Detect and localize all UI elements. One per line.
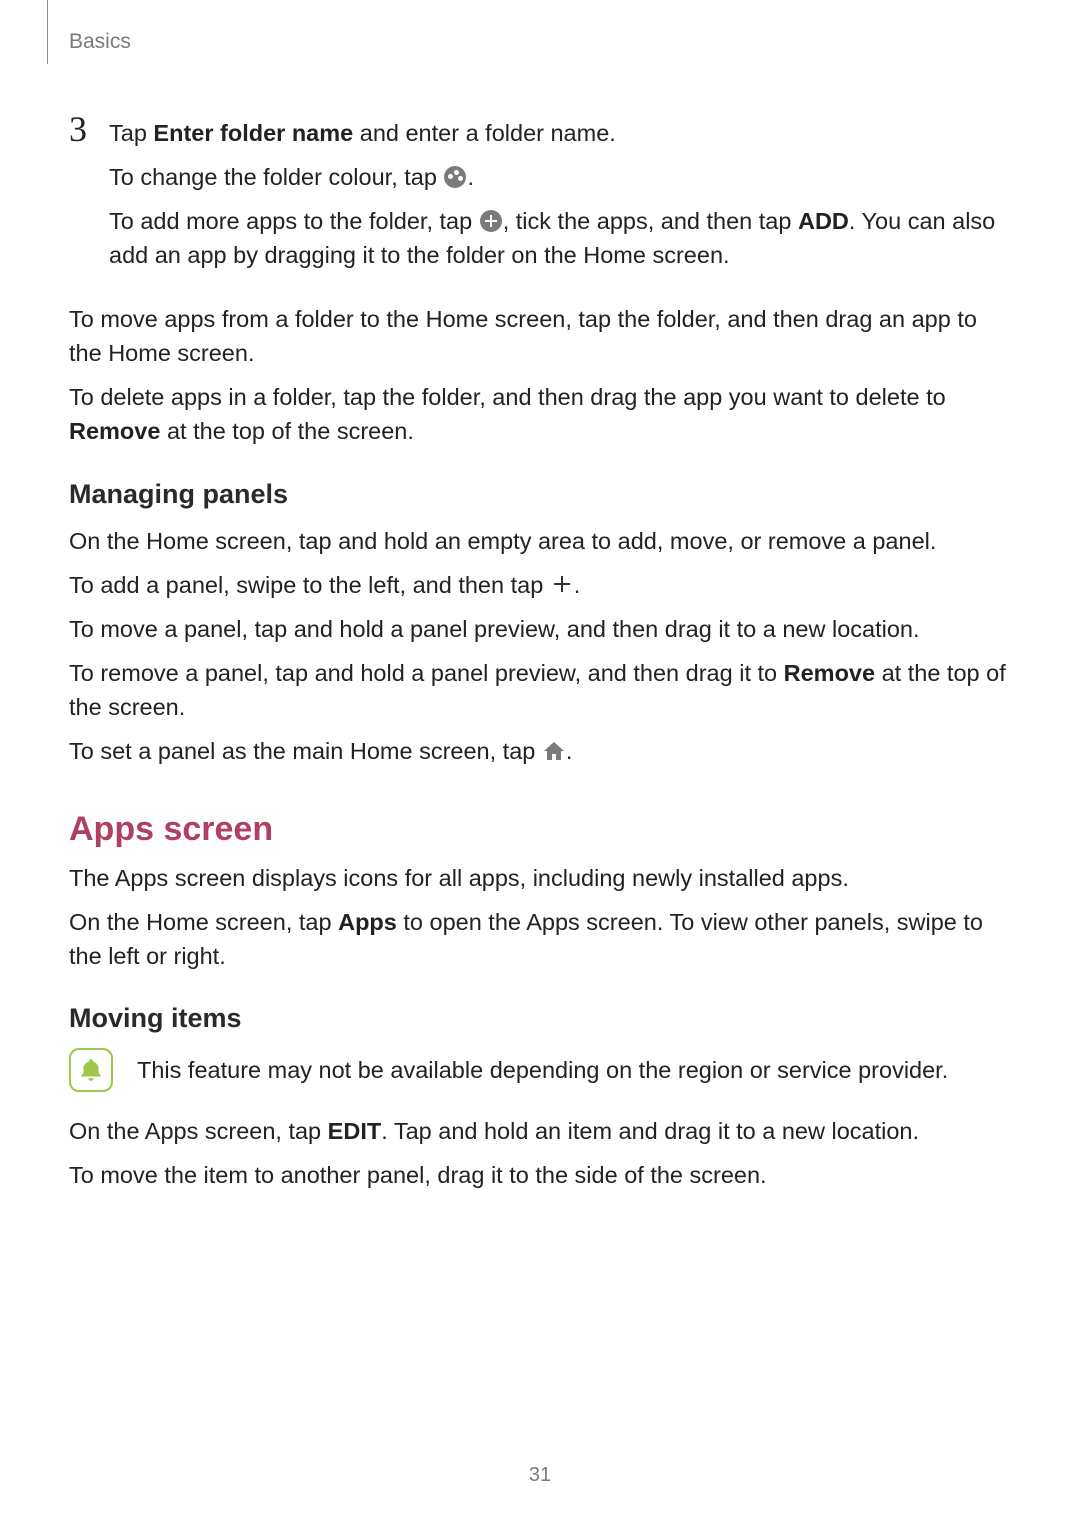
apps-p1: The Apps screen displays icons for all a…	[69, 861, 1009, 895]
step-line-1: Tap Enter folder name and enter a folder…	[109, 116, 1009, 150]
step-line-3: To add more apps to the folder, tap , ti…	[109, 204, 1009, 272]
bold-text: ADD	[798, 208, 849, 234]
text: On the Apps screen, tap	[69, 1118, 328, 1144]
home-icon	[542, 739, 566, 763]
text: To set a panel as the main Home screen, …	[69, 738, 542, 764]
heading-moving-items: Moving items	[69, 1003, 1009, 1034]
page-number: 31	[0, 1464, 1080, 1487]
note-row: This feature may not be available depend…	[69, 1048, 1009, 1092]
section-title: Basics	[69, 30, 131, 54]
text: On the Home screen, tap	[69, 909, 338, 935]
text: To remove a panel, tap and hold a panel …	[69, 660, 784, 686]
step-body: Tap Enter folder name and enter a folder…	[109, 110, 1009, 282]
bold-text: Remove	[784, 660, 875, 686]
managing-p5: To set a panel as the main Home screen, …	[69, 734, 1009, 768]
text: To change the folder colour, tap	[109, 164, 443, 190]
plus-icon	[550, 572, 574, 596]
note-bell-icon	[69, 1048, 113, 1092]
bold-text: Enter folder name	[153, 120, 353, 146]
palette-icon	[443, 165, 467, 189]
para-move-out: To move apps from a folder to the Home s…	[69, 302, 1009, 370]
text: To add more apps to the folder, tap	[109, 208, 479, 234]
bold-text: Remove	[69, 418, 160, 444]
bold-text: Apps	[338, 909, 397, 935]
heading-apps-screen: Apps screen	[69, 810, 1009, 849]
managing-p4: To remove a panel, tap and hold a panel …	[69, 656, 1009, 724]
text: .	[467, 164, 474, 190]
step-number: 3	[69, 108, 109, 150]
moving-p1: On the Apps screen, tap EDIT. Tap and ho…	[69, 1114, 1009, 1148]
text: Tap	[109, 120, 153, 146]
moving-p2: To move the item to another panel, drag …	[69, 1158, 1009, 1192]
text: and enter a folder name.	[353, 120, 616, 146]
text: , tick the apps, and then tap	[503, 208, 798, 234]
text: .	[566, 738, 573, 764]
managing-p2: To add a panel, swipe to the left, and t…	[69, 568, 1009, 602]
managing-p1: On the Home screen, tap and hold an empt…	[69, 524, 1009, 558]
page-header: Basics	[47, 0, 987, 64]
bold-text: EDIT	[328, 1118, 382, 1144]
text: To delete apps in a folder, tap the fold…	[69, 384, 946, 410]
add-circle-icon	[479, 209, 503, 233]
heading-managing-panels: Managing panels	[69, 479, 1009, 510]
text: To add a panel, swipe to the left, and t…	[69, 572, 550, 598]
apps-p2: On the Home screen, tap Apps to open the…	[69, 905, 1009, 973]
header-divider	[47, 0, 48, 64]
step-3: 3 Tap Enter folder name and enter a fold…	[69, 108, 1009, 282]
text: at the top of the screen.	[160, 418, 413, 444]
text: . Tap and hold an item and drag it to a …	[381, 1118, 919, 1144]
page-content: 3 Tap Enter folder name and enter a fold…	[69, 100, 1009, 1202]
step-line-2: To change the folder colour, tap .	[109, 160, 1009, 194]
note-text: This feature may not be available depend…	[137, 1053, 948, 1087]
managing-p3: To move a panel, tap and hold a panel pr…	[69, 612, 1009, 646]
text: .	[574, 572, 581, 598]
para-delete: To delete apps in a folder, tap the fold…	[69, 380, 1009, 448]
